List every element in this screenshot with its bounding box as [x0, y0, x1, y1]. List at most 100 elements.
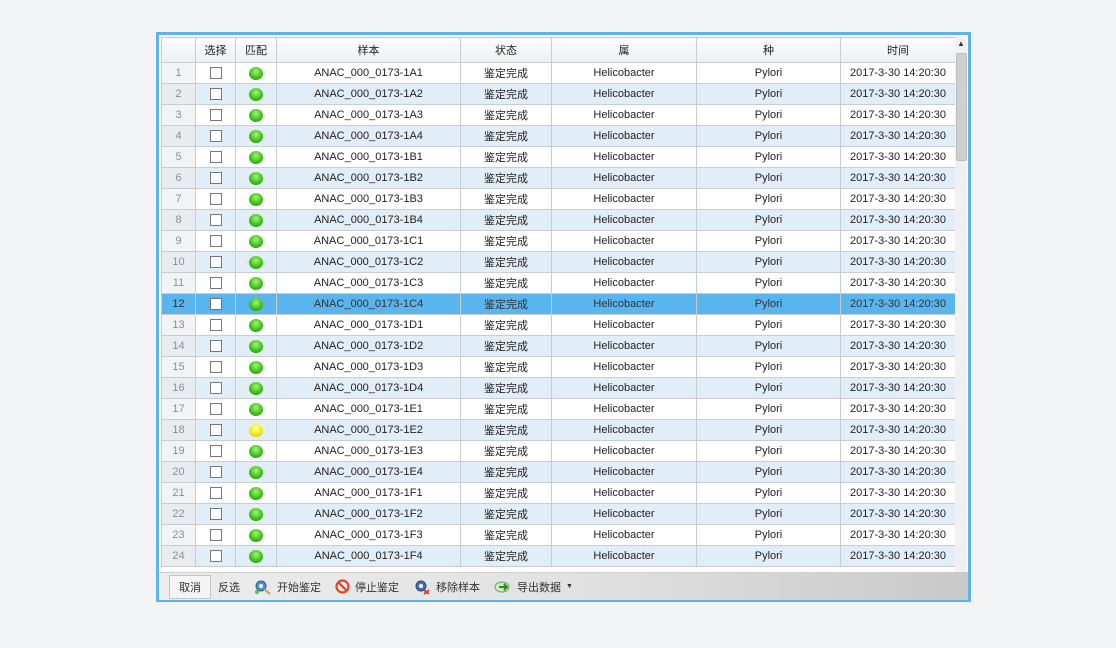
table-row[interactable]: 15 ANAC_000_0173-1D3 鉴定完成 Helicobacter Pylor… — [161, 356, 955, 378]
row-checkbox[interactable] — [209, 403, 222, 416]
table-row[interactable]: 21 ANAC_000_0173-1F1 鉴定完成 Helicobacter Pylor… — [161, 482, 955, 504]
row-checkbox[interactable] — [209, 382, 222, 395]
table-row[interactable]: 3 ANAC_000_0173-1A3 鉴定完成 Helicobacter Pylori… — [161, 104, 955, 126]
species-cell: Pylori — [696, 335, 841, 357]
row-checkbox[interactable] — [209, 172, 222, 185]
row-checkbox[interactable] — [209, 529, 222, 542]
table-row[interactable]: 16 ANAC_000_0173-1D4 鉴定完成 Helicobacter Pylor… — [161, 377, 955, 399]
table-row[interactable]: 19 ANAC_000_0173-1E3 鉴定完成 Helicobacter Pylor… — [161, 440, 955, 462]
header-select[interactable]: 选择 — [195, 37, 236, 63]
scrollbar-thumb[interactable] — [956, 53, 967, 161]
row-checkbox[interactable] — [209, 277, 222, 290]
time-cell: 2017-3-30 14:20:30 — [840, 419, 955, 441]
select-cell — [195, 293, 236, 315]
select-cell — [195, 524, 236, 546]
table-row[interactable]: 12 ANAC_000_0173-1C4 鉴定完成 Helicobacter Pylor… — [161, 293, 955, 315]
match-status-icon — [249, 444, 263, 458]
table-row[interactable]: 5 ANAC_000_0173-1B1 鉴定完成 Helicobacter Pylori… — [161, 146, 955, 168]
table-row[interactable]: 18 ANAC_000_0173-1E2 鉴定完成 Helicobacter Pylor… — [161, 419, 955, 441]
table-row[interactable]: 7 ANAC_000_0173-1B3 鉴定完成 Helicobacter Pylori… — [161, 188, 955, 210]
table-row[interactable]: 20 ANAC_000_0173-1E4 鉴定完成 Helicobacter Pylor… — [161, 461, 955, 483]
select-cell — [195, 209, 236, 231]
header-match[interactable]: 匹配 — [235, 37, 277, 63]
row-checkbox[interactable] — [209, 424, 222, 437]
match-status-icon — [249, 360, 263, 374]
row-checkbox[interactable] — [209, 214, 222, 227]
time-cell: 2017-3-30 14:20:30 — [840, 377, 955, 399]
row-checkbox[interactable] — [209, 193, 222, 206]
table-row[interactable]: 11 ANAC_000_0173-1C3 鉴定完成 Helicobacter Pylor… — [161, 272, 955, 294]
species-cell: Pylori — [696, 398, 841, 420]
status-cell: 鉴定完成 — [460, 545, 552, 567]
status-cell: 鉴定完成 — [460, 125, 552, 147]
table-row[interactable]: 1 ANAC_000_0173-1A1 鉴定完成 Helicobacter Pylori… — [161, 62, 955, 84]
remove-gear-icon — [415, 580, 430, 595]
table-row[interactable]: 23 ANAC_000_0173-1F3 鉴定完成 Helicobacter Pylor… — [161, 524, 955, 546]
genus-cell: Helicobacter — [551, 419, 697, 441]
header-status[interactable]: 状态 — [460, 37, 552, 63]
row-checkbox[interactable] — [209, 487, 222, 500]
remove-sample-button[interactable]: 移除样本 — [406, 576, 487, 598]
row-number: 9 — [161, 230, 196, 252]
sample-cell: ANAC_000_0173-1E4 — [276, 461, 461, 483]
invert-selection-button[interactable]: 反选 — [211, 576, 247, 598]
row-checkbox[interactable] — [209, 109, 222, 122]
match-status-icon — [249, 234, 263, 248]
row-checkbox[interactable] — [209, 88, 222, 101]
sample-cell: ANAC_000_0173-1A1 — [276, 62, 461, 84]
row-checkbox[interactable] — [209, 298, 222, 311]
export-data-button[interactable]: 导出数据 ▼ — [487, 576, 580, 598]
table-row[interactable]: 4 ANAC_000_0173-1A4 鉴定完成 Helicobacter Pylori… — [161, 125, 955, 147]
status-cell: 鉴定完成 — [460, 440, 552, 462]
vertical-scrollbar[interactable]: ▲ — [955, 37, 967, 572]
stop-identification-button[interactable]: 停止鉴定 — [328, 576, 406, 598]
sample-cell: ANAC_000_0173-1B1 — [276, 146, 461, 168]
time-cell: 2017-3-30 14:20:30 — [840, 125, 955, 147]
select-cell — [195, 398, 236, 420]
arrow-up-icon[interactable]: ▲ — [955, 37, 967, 51]
select-cell — [195, 167, 236, 189]
start-identification-button[interactable]: 开始鉴定 — [247, 576, 328, 598]
table-row[interactable]: 24 ANAC_000_0173-1F4 鉴定完成 Helicobacter Pylor… — [161, 545, 955, 567]
species-cell: Pylori — [696, 545, 841, 567]
table-row[interactable]: 8 ANAC_000_0173-1B4 鉴定完成 Helicobacter Pylori… — [161, 209, 955, 231]
select-cell — [195, 188, 236, 210]
header-sample[interactable]: 样本 — [276, 37, 461, 63]
cancel-button[interactable]: 取消 — [169, 574, 211, 599]
species-cell: Pylori — [696, 293, 841, 315]
match-cell — [235, 314, 277, 336]
select-cell — [195, 125, 236, 147]
row-checkbox[interactable] — [209, 151, 222, 164]
header-genus[interactable]: 属 — [551, 37, 697, 63]
caret-down-icon[interactable]: ▼ — [566, 583, 573, 590]
row-checkbox[interactable] — [209, 466, 222, 479]
genus-cell: Helicobacter — [551, 545, 697, 567]
genus-cell: Helicobacter — [551, 293, 697, 315]
match-status-icon — [249, 486, 263, 500]
table-row[interactable]: 10 ANAC_000_0173-1C2 鉴定完成 Helicobacter Pylor… — [161, 251, 955, 273]
match-status-icon — [249, 213, 263, 227]
row-checkbox[interactable] — [209, 130, 222, 143]
row-checkbox[interactable] — [209, 550, 222, 563]
table-row[interactable]: 17 ANAC_000_0173-1E1 鉴定完成 Helicobacter Pylor… — [161, 398, 955, 420]
select-cell — [195, 356, 236, 378]
row-checkbox[interactable] — [209, 235, 222, 248]
table-row[interactable]: 9 ANAC_000_0173-1C1 鉴定完成 Helicobacter Pylori… — [161, 230, 955, 252]
row-checkbox[interactable] — [209, 256, 222, 269]
match-cell — [235, 104, 277, 126]
time-cell: 2017-3-30 14:20:30 — [840, 293, 955, 315]
header-time[interactable]: 时间 — [840, 37, 955, 63]
header-species[interactable]: 种 — [696, 37, 841, 63]
row-checkbox[interactable] — [209, 445, 222, 458]
row-checkbox[interactable] — [209, 361, 222, 374]
table-row[interactable]: 22 ANAC_000_0173-1F2 鉴定完成 Helicobacter Pylor… — [161, 503, 955, 525]
table-row[interactable]: 2 ANAC_000_0173-1A2 鉴定完成 Helicobacter Pylori… — [161, 83, 955, 105]
row-checkbox[interactable] — [209, 340, 222, 353]
row-checkbox[interactable] — [209, 508, 222, 521]
table-row[interactable]: 14 ANAC_000_0173-1D2 鉴定完成 Helicobacter Pylor… — [161, 335, 955, 357]
table-row[interactable]: 13 ANAC_000_0173-1D1 鉴定完成 Helicobacter Pylor… — [161, 314, 955, 336]
table-row[interactable]: 6 ANAC_000_0173-1B2 鉴定完成 Helicobacter Pylori… — [161, 167, 955, 189]
row-checkbox[interactable] — [209, 67, 222, 80]
row-checkbox[interactable] — [209, 319, 222, 332]
match-cell — [235, 251, 277, 273]
